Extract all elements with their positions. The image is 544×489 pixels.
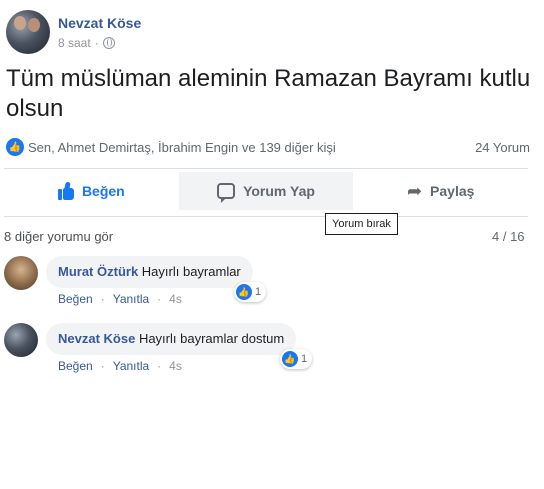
comment-icon [217, 183, 236, 203]
like-icon: 👍 [6, 138, 24, 156]
post-text: Tüm müslüman aleminin Ramazan Bayramı ku… [6, 65, 531, 122]
separator: · [100, 292, 105, 306]
comment-bubble: Nevzat Köse Hayırlı bayramlar dostum [46, 323, 297, 355]
post-time[interactable]: 8 saat [58, 36, 91, 50]
comment-time[interactable]: 4s [169, 359, 182, 373]
comment: Nevzat Köse Hayırlı bayramlar dostum 👍 1… [4, 323, 334, 383]
view-more-comments-link[interactable]: 8 diğer yorumu gör [4, 229, 113, 244]
comment-time[interactable]: 4s [169, 292, 182, 306]
comment-text: Hayırlı bayramlar [141, 264, 241, 279]
comment-reaction-count[interactable]: 👍 1 [234, 282, 267, 302]
post-meta: 8 saat · [58, 36, 115, 50]
tooltip: Yorum bırak [325, 213, 398, 235]
reaction-count: 1 [301, 353, 308, 365]
separator: · [100, 359, 105, 373]
comment-author[interactable]: Nevzat Köse [58, 331, 135, 346]
comment-reaction-count[interactable]: 👍 1 [280, 349, 313, 369]
comment-like-link[interactable]: Beğen [58, 359, 93, 373]
like-label: Beğen [81, 183, 125, 199]
separator: · [157, 292, 162, 306]
share-label: Paylaş [430, 183, 475, 199]
comment-reply-link[interactable]: Yanıtla [113, 292, 149, 306]
comment-text: Hayırlı bayramlar dostum [138, 331, 285, 346]
post-actions: Beğen Yorum Yap ➦ Paylaş [4, 172, 528, 210]
comment-bubble: Murat Öztürk Hayırlı bayramlar [46, 256, 253, 288]
like-icon: 👍 [236, 284, 252, 300]
comment-button[interactable]: Yorum Yap [178, 172, 354, 210]
share-icon: ➦ [406, 181, 423, 201]
comment-label: Yorum Yap [243, 183, 315, 199]
like-button[interactable]: Beğen [4, 172, 179, 210]
post-header: Nevzat Köse 8 saat · [6, 10, 306, 56]
post-author[interactable]: Nevzat Köse [58, 15, 141, 31]
reaction-count: 1 [255, 286, 262, 298]
separator: · [157, 359, 162, 373]
avatar[interactable] [4, 256, 38, 290]
comment-reply-link[interactable]: Yanıtla [113, 359, 149, 373]
reactions-text[interactable]: Sen, Ahmet Demirtaş, İbrahim Engin ve 13… [28, 140, 336, 155]
comment-like-link[interactable]: Beğen [58, 292, 93, 306]
like-icon [57, 181, 74, 200]
share-button[interactable]: ➦ Paylaş [353, 172, 528, 210]
reactions-summary[interactable]: 👍 Sen, Ahmet Demirtaş, İbrahim Engin ve … [6, 138, 336, 156]
avatar[interactable] [6, 10, 50, 54]
comment-count[interactable]: 24 Yorum [475, 140, 530, 155]
like-icon: 👍 [282, 351, 298, 367]
divider [4, 216, 528, 217]
comment-actions: Beğen · Yanıtla · 4s [58, 292, 182, 306]
globe-icon[interactable] [102, 37, 115, 49]
comment-actions: Beğen · Yanıtla · 4s [58, 359, 182, 373]
comment-page-count: 4 / 16 [492, 229, 525, 244]
meta-separator: · [94, 36, 99, 50]
avatar[interactable] [4, 323, 38, 357]
comment: Murat Öztürk Hayırlı bayramlar 👍 1 Beğen… [4, 256, 334, 316]
reactions-bar: 👍 Sen, Ahmet Demirtaş, İbrahim Engin ve … [6, 136, 530, 158]
comment-author[interactable]: Murat Öztürk [58, 264, 138, 279]
divider [4, 168, 528, 169]
